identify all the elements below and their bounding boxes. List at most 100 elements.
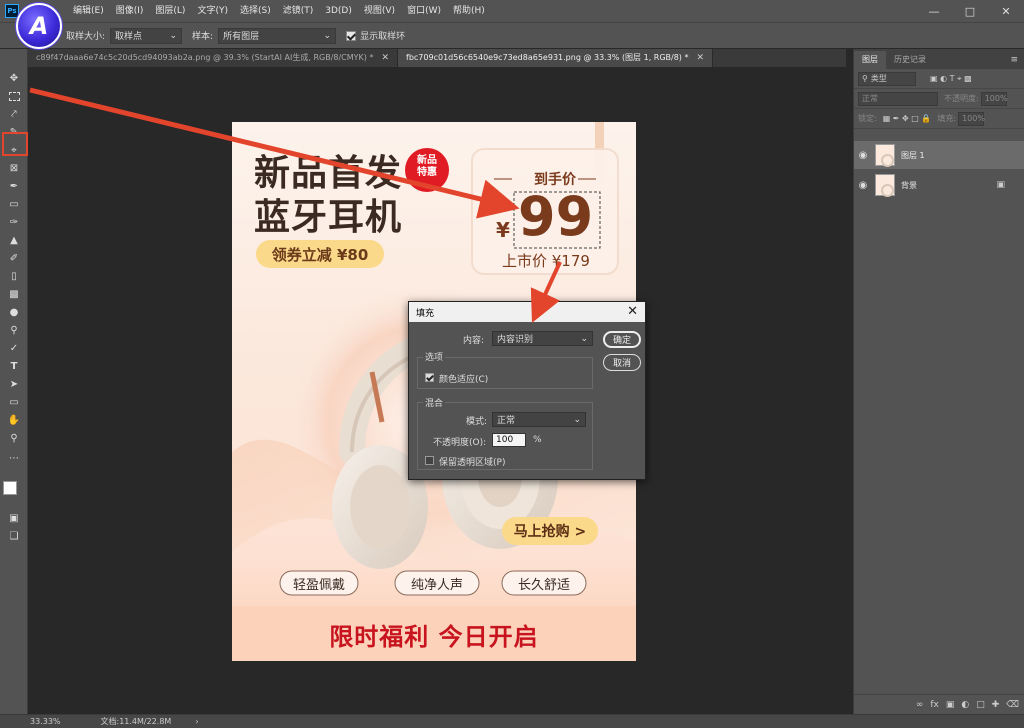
menu-view[interactable]: 视图(V) — [358, 0, 401, 22]
layer-row-background[interactable]: ◉ 背景 ▣ — [854, 171, 1024, 199]
doc-info: 文档:11.4M/22.8M — [100, 717, 172, 726]
marquee-tool-highlight — [2, 132, 28, 156]
link-layers-icon[interactable]: ∞ — [916, 700, 924, 710]
checkbox-checked-icon[interactable] — [346, 30, 357, 41]
color-adapt-checkbox[interactable] — [425, 373, 434, 382]
pen-tool-icon[interactable]: ✓ — [6, 341, 22, 355]
gradient-tool-icon[interactable]: ▩ — [6, 287, 22, 301]
menu-filter[interactable]: 滤镜(T) — [277, 0, 320, 22]
menu-image[interactable]: 图像(I) — [110, 0, 150, 22]
trash-icon[interactable]: ⌫ — [1006, 700, 1019, 710]
quick-mask-icon[interactable]: ▣ — [6, 511, 22, 525]
brush-tool-icon[interactable]: ✑ — [6, 215, 22, 229]
fx-icon[interactable]: fx — [930, 700, 939, 710]
tab-document-2[interactable]: fbc709c01d56c6540e9c73ed8a65e931.png @ 3… — [398, 49, 714, 67]
zoom-tool-icon[interactable]: ⚲ — [6, 431, 22, 445]
menu-edit[interactable]: 编辑(E) — [67, 0, 110, 22]
fill-label: 填充: — [937, 114, 957, 123]
menu-help[interactable]: 帮助(H) — [447, 0, 491, 22]
cancel-button[interactable]: 取消 — [603, 354, 641, 371]
history-brush-icon[interactable]: ✐ — [6, 251, 22, 265]
menu-select[interactable]: 选择(S) — [234, 0, 277, 22]
path-select-icon[interactable]: ➤ — [6, 377, 22, 391]
close-tab-icon[interactable]: ✕ — [381, 49, 389, 67]
layer-name: 图层 1 — [901, 150, 925, 160]
status-bar: 33.33% 文档:11.4M/22.8M › — [0, 714, 1024, 728]
sample-size-value: 取样点 — [115, 32, 143, 42]
feature-1: 轻盈佩戴 — [292, 577, 345, 593]
zoom-level[interactable]: 33.33% — [30, 717, 61, 726]
close-window-icon[interactable]: ✕ — [988, 0, 1024, 22]
status-menu-arrow[interactable]: › — [195, 717, 198, 726]
dialog-title-bar: 填充 ✕ — [409, 302, 645, 322]
hand-tool-icon[interactable]: ✋ — [6, 413, 22, 427]
filter-value: 类型 — [870, 74, 887, 83]
opacity-label: 不透明度: — [944, 94, 979, 103]
menu-type[interactable]: 文字(Y) — [191, 0, 234, 22]
content-select[interactable]: 内容识别 ⌄ — [492, 331, 593, 346]
blur-tool-icon[interactable]: ● — [6, 305, 22, 319]
feature-2: 纯净人声 — [410, 577, 463, 593]
folder-icon[interactable]: □ — [976, 700, 985, 710]
foreground-color-swatch[interactable] — [3, 481, 17, 495]
layers-panel: 图层 历史记录 ≡ ⚲ 类型 ▣ ◐ T ⌖ ▩ 正常 不透明度: 100% 锁… — [853, 49, 1024, 714]
startai-logo[interactable]: A — [16, 3, 62, 49]
panel-bottom-toolbar: ∞ fx ▣ ◐ □ ✚ ⌫ — [854, 694, 1024, 714]
opacity-input[interactable]: 100% — [980, 91, 1008, 106]
menu-items: 编辑(E) 图像(I) 图层(L) 文字(Y) 选择(S) 滤镜(T) 3D(D… — [67, 0, 491, 22]
more-tools-icon[interactable]: ⋯ — [6, 451, 22, 465]
type-tool-icon[interactable]: T — [6, 359, 22, 373]
blend-mode-select[interactable]: 正常 — [858, 91, 938, 106]
window-controls: — □ ✕ — [916, 0, 1024, 22]
frame-tool-icon[interactable]: ⊠ — [6, 161, 22, 175]
close-icon[interactable]: ✕ — [627, 304, 638, 319]
lock-icons[interactable]: ▦ ✒ ✥ □ 🔒 — [883, 114, 932, 123]
clone-stamp-icon[interactable]: ▲ — [6, 233, 22, 247]
layer-row-1[interactable]: ◉ 图层 1 — [854, 141, 1024, 169]
mask-icon[interactable]: ▣ — [946, 700, 955, 710]
marquee-tool-icon[interactable] — [6, 89, 22, 103]
feature-3: 长久舒适 — [517, 577, 570, 593]
tab-history[interactable]: 历史记录 — [886, 51, 934, 69]
badge-line-1: 新品 — [417, 155, 437, 166]
rectangle-tool-icon[interactable]: ▭ — [6, 395, 22, 409]
tab-layers[interactable]: 图层 — [854, 51, 886, 69]
maximize-icon[interactable]: □ — [952, 0, 988, 22]
options-group-label: 选项 — [423, 350, 446, 363]
coupon-text: 领券立减 ¥80 — [271, 245, 369, 264]
close-tab-icon[interactable]: ✕ — [696, 49, 704, 67]
menu-window[interactable]: 窗口(W) — [401, 0, 447, 22]
menu-layer[interactable]: 图层(L) — [149, 0, 191, 22]
mode-label: 模式: — [466, 417, 488, 427]
eyedropper-tool-icon[interactable]: ✒ — [6, 179, 22, 193]
eye-icon[interactable]: ◉ — [854, 150, 872, 161]
filter-icons[interactable]: ▣ ◐ T ⌖ ▩ — [930, 74, 972, 84]
new-layer-icon[interactable]: ✚ — [992, 700, 1000, 710]
mode-select[interactable]: 正常 ⌄ — [492, 412, 586, 427]
screen-mode-icon[interactable]: ❏ — [6, 529, 22, 543]
color-adapt-label: 颜色适应(C) — [439, 375, 489, 385]
menu-3d[interactable]: 3D(D) — [319, 0, 358, 22]
opacity-input[interactable]: 100 — [492, 433, 526, 447]
lasso-tool-icon[interactable]: ⤤ — [6, 107, 22, 121]
sample-select[interactable]: 所有图层 ⌄ — [218, 27, 337, 44]
show-sampling-ring-checkbox[interactable]: 显示取样环 — [346, 29, 405, 42]
ok-button[interactable]: 确定 — [603, 331, 641, 348]
filter-type-select[interactable]: ⚲ 类型 — [858, 71, 916, 86]
minimize-icon[interactable]: — — [916, 0, 952, 22]
healing-brush-icon[interactable]: ▭ — [6, 197, 22, 211]
tab-document-1[interactable]: c89f47daaa6e74c5c20d5cd94093ab2a.png @ 3… — [28, 49, 399, 67]
layer-filter-row: ⚲ 类型 ▣ ◐ T ⌖ ▩ — [854, 69, 1024, 89]
adjustment-icon[interactable]: ◐ — [961, 700, 969, 710]
eye-icon[interactable]: ◉ — [854, 180, 872, 191]
dodge-tool-icon[interactable]: ⚲ — [6, 323, 22, 337]
sample-size-select[interactable]: 取样点 ⌄ — [110, 27, 183, 44]
fill-input[interactable]: 100% — [958, 111, 985, 126]
move-tool-icon[interactable]: ✥ — [6, 71, 22, 85]
panel-menu-icon[interactable]: ≡ — [1004, 51, 1024, 69]
preserve-transparency-checkbox[interactable] — [425, 456, 434, 465]
content-label: 内容: — [463, 336, 485, 346]
layer-thumbnail — [875, 144, 895, 167]
eraser-tool-icon[interactable]: ▯ — [6, 269, 22, 283]
lock-icon[interactable]: ▣ — [996, 180, 1005, 190]
